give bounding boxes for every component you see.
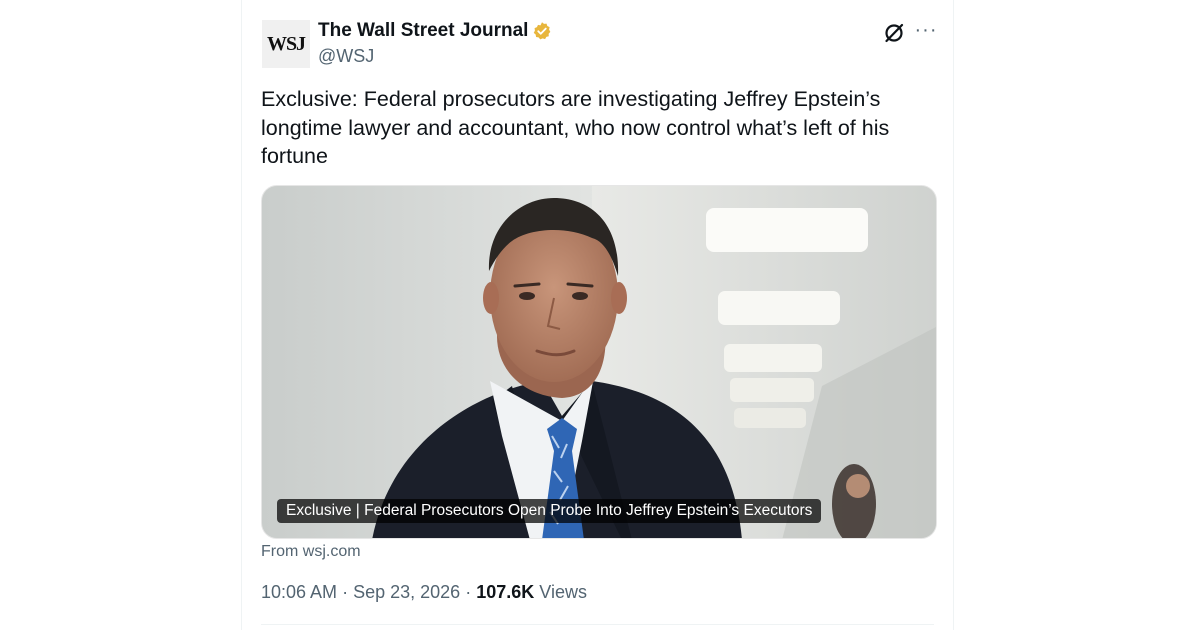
more-icon[interactable]: ···: [914, 18, 938, 42]
article-photo: [262, 186, 936, 538]
tweet-card: WSJ The Wall Street Journal @WSJ ··· Exc…: [241, 0, 954, 630]
tweet-time[interactable]: 10:06 AM: [261, 582, 337, 602]
meta-separator: ·: [465, 582, 472, 602]
page: WSJ The Wall Street Journal @WSJ ··· Exc…: [0, 0, 1200, 630]
link-source[interactable]: From wsj.com: [261, 543, 361, 561]
verified-badge-icon: [532, 21, 552, 41]
author-name-row: The Wall Street Journal: [318, 20, 552, 42]
divider: [261, 624, 934, 625]
media-caption: Exclusive | Federal Prosecutors Open Pro…: [277, 499, 822, 523]
views-count: 107.6K: [476, 582, 535, 602]
tweet-date[interactable]: Sep 23, 2026: [353, 582, 460, 602]
grok-icon[interactable]: [882, 21, 906, 45]
handle[interactable]: @WSJ: [318, 46, 374, 67]
display-name[interactable]: The Wall Street Journal: [318, 20, 528, 42]
meta-separator: ·: [342, 582, 349, 602]
tweet-meta: 10:06 AM · Sep 23, 2026 · 107.6K Views: [261, 582, 587, 603]
views-label: Views: [539, 582, 587, 602]
avatar[interactable]: WSJ: [262, 20, 310, 68]
media-card[interactable]: Exclusive | Federal Prosecutors Open Pro…: [261, 185, 937, 539]
tweet-text: Exclusive: Federal prosecutors are inves…: [261, 87, 890, 168]
